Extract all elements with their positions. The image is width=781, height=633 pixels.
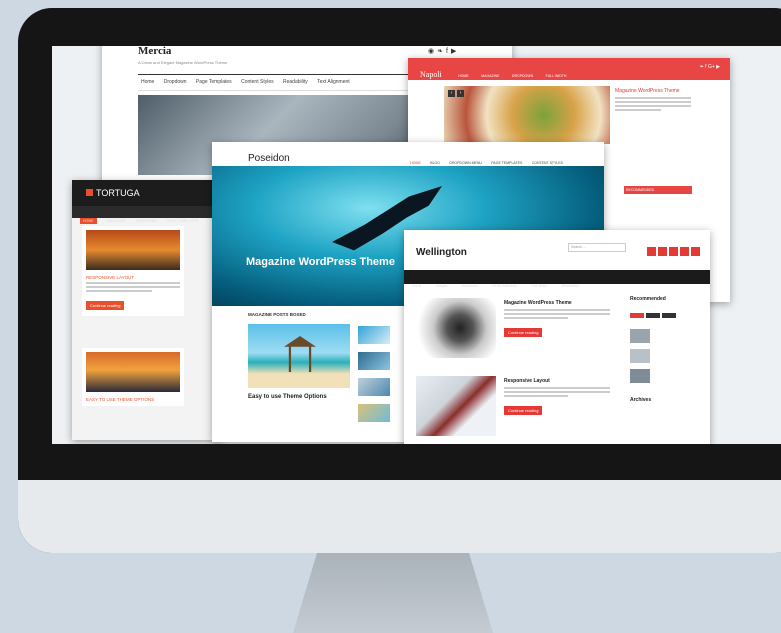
poseidon-logo: Poseidon <box>248 153 290 164</box>
nav-item[interactable]: Content Styles <box>241 79 274 86</box>
mercia-logo: Mercia <box>138 46 172 57</box>
post-title[interactable]: Easy to use Theme Options <box>248 394 327 400</box>
beach-image <box>248 324 350 388</box>
post-card: EASY TO USE THEME OPTIONS <box>82 348 184 406</box>
chevron-right-icon[interactable]: › <box>457 90 464 97</box>
post-card: RESPONSIVE LAYOUT Continue reading <box>82 226 184 316</box>
post-title[interactable]: Responsive Layout <box>504 378 610 385</box>
bicycle-image <box>416 298 496 358</box>
nav-item[interactable]: HOME <box>458 74 469 78</box>
nav-item[interactable]: DROPDOWN MENU <box>449 161 481 165</box>
sunset-image <box>86 352 180 392</box>
nav-item[interactable]: Images <box>436 284 447 288</box>
thumbnail[interactable] <box>630 329 650 343</box>
section-heading: MAGAZINE POSTS BOXED <box>248 312 306 317</box>
rss-icon[interactable] <box>658 247 667 256</box>
wellington-nav: Home Images Dropdown HTML Elements Full … <box>404 270 710 288</box>
thumbnail[interactable] <box>358 378 390 396</box>
nav-item[interactable]: FULL WIDTH <box>546 74 567 78</box>
sidebar-heading: Archives <box>630 397 652 403</box>
monitor-stand <box>293 553 493 633</box>
post: Magazine WordPress Theme Continue readin… <box>504 300 610 339</box>
mercia-tagline: A Clean and Elegant Magazine WordPress T… <box>138 60 228 65</box>
nav-item[interactable]: DROPDOWN <box>136 219 157 223</box>
twitter-icon[interactable] <box>669 247 678 256</box>
wellington-header: Wellington Search ... <box>404 230 710 270</box>
tortuga-logo-icon <box>86 189 93 196</box>
nav-item[interactable]: Dropdown <box>462 284 478 288</box>
nav-item[interactable]: CONTENT STYLES <box>532 161 563 165</box>
twitter-icon: ❧ <box>437 48 446 55</box>
napoli-sidebar-heading: RECOMMENDED <box>624 186 692 194</box>
post-title[interactable]: RESPONSIVE LAYOUT <box>86 275 180 280</box>
youtube-icon[interactable] <box>691 247 700 256</box>
ship-image <box>86 230 180 270</box>
post-thumbnails <box>358 326 390 430</box>
nav-item[interactable]: Text Alignment <box>317 79 350 86</box>
facebook-icon[interactable] <box>680 247 689 256</box>
post-title[interactable]: Magazine WordPress Theme <box>504 300 610 307</box>
nav-item[interactable]: DROPDOWN <box>512 74 533 78</box>
nav-item[interactable]: MAGAZINE <box>481 74 499 78</box>
promo-showcase: Mercia A Clean and Elegant Magazine Word… <box>0 0 781 633</box>
wellington-sidebar: Recommended Archives <box>630 296 706 404</box>
search-icon[interactable] <box>647 247 656 256</box>
post-title[interactable]: EASY TO USE THEME OPTIONS <box>86 397 180 402</box>
youtube-icon: ▶ <box>450 48 460 55</box>
rss-icon: ◉ <box>428 48 438 55</box>
hockey-image <box>416 376 496 436</box>
wellington-theme-preview: Wellington Search ... Home Images Dropdo… <box>404 230 710 444</box>
nav-item[interactable]: Home <box>141 79 154 86</box>
wellington-logo: Wellington <box>416 247 467 258</box>
hero-title[interactable]: Magazine WordPress Theme <box>246 256 395 268</box>
post: Responsive Layout Continue reading <box>504 378 610 417</box>
continue-reading-button[interactable]: Continue reading <box>86 301 125 310</box>
social-icons <box>645 243 700 261</box>
tortuga-nav: HOME MAGAZINE DROPDOWN PAGE TEMPLATES <box>72 206 222 224</box>
post-excerpt <box>615 97 691 111</box>
tortuga-header: TORTUGA <box>72 180 222 206</box>
social-icons: ❧ f G+ ▶ <box>699 64 720 70</box>
napoli-post: Magazine WordPress Theme <box>615 88 691 113</box>
nav-item[interactable]: Readability <box>283 79 308 86</box>
nav-item[interactable]: HTML Elements <box>492 284 517 288</box>
nav-item[interactable]: MAGAZINE <box>107 219 125 223</box>
monitor-screen: Mercia A Clean and Elegant Magazine Word… <box>52 46 781 444</box>
thumbnail[interactable] <box>358 326 390 344</box>
nav-item[interactable]: PAGE TEMPLATES <box>491 161 522 165</box>
thumbnail[interactable] <box>630 369 650 383</box>
nav-item[interactable]: Full Width <box>532 284 548 288</box>
poseidon-header: Poseidon HOME BLOG DROPDOWN MENU PAGE TE… <box>212 142 604 166</box>
thumbnail[interactable] <box>630 349 650 363</box>
social-icons: ◉❧f▶ <box>428 47 459 55</box>
sidebar-heading: Recommended <box>630 296 666 302</box>
monitor-chin <box>18 480 781 553</box>
nav-item[interactable]: BLOG <box>430 161 440 165</box>
nav-item[interactable]: Page Templates <box>196 79 232 86</box>
nav-item[interactable]: Readability <box>562 284 579 288</box>
thumbnail[interactable] <box>358 352 390 370</box>
napoli-logo: Napoli <box>420 70 442 79</box>
napoli-header: Napoli HOME MAGAZINE DROPDOWN FULL WIDTH… <box>408 58 730 80</box>
nav-item[interactable]: HOME <box>80 218 97 224</box>
thumbnail[interactable] <box>358 404 390 422</box>
search-input[interactable]: Search ... <box>568 243 626 252</box>
nav-item[interactable]: Dropdown <box>164 79 187 86</box>
napoli-featured-image: ‹ › <box>444 86 610 144</box>
continue-reading-button[interactable]: Continue reading <box>504 328 543 337</box>
continue-reading-button[interactable]: Continue reading <box>504 406 543 415</box>
nav-item[interactable]: PAGE TEMPLATES <box>167 219 198 223</box>
tortuga-theme-preview: TORTUGA HOME MAGAZINE DROPDOWN PAGE TEMP… <box>72 180 222 440</box>
nav-item[interactable]: HOME <box>410 161 421 165</box>
tortuga-logo: TORTUGA <box>96 188 140 198</box>
nav-item[interactable]: Home <box>412 284 421 288</box>
post-title[interactable]: Magazine WordPress Theme <box>615 88 691 95</box>
chevron-left-icon[interactable]: ‹ <box>448 90 455 97</box>
